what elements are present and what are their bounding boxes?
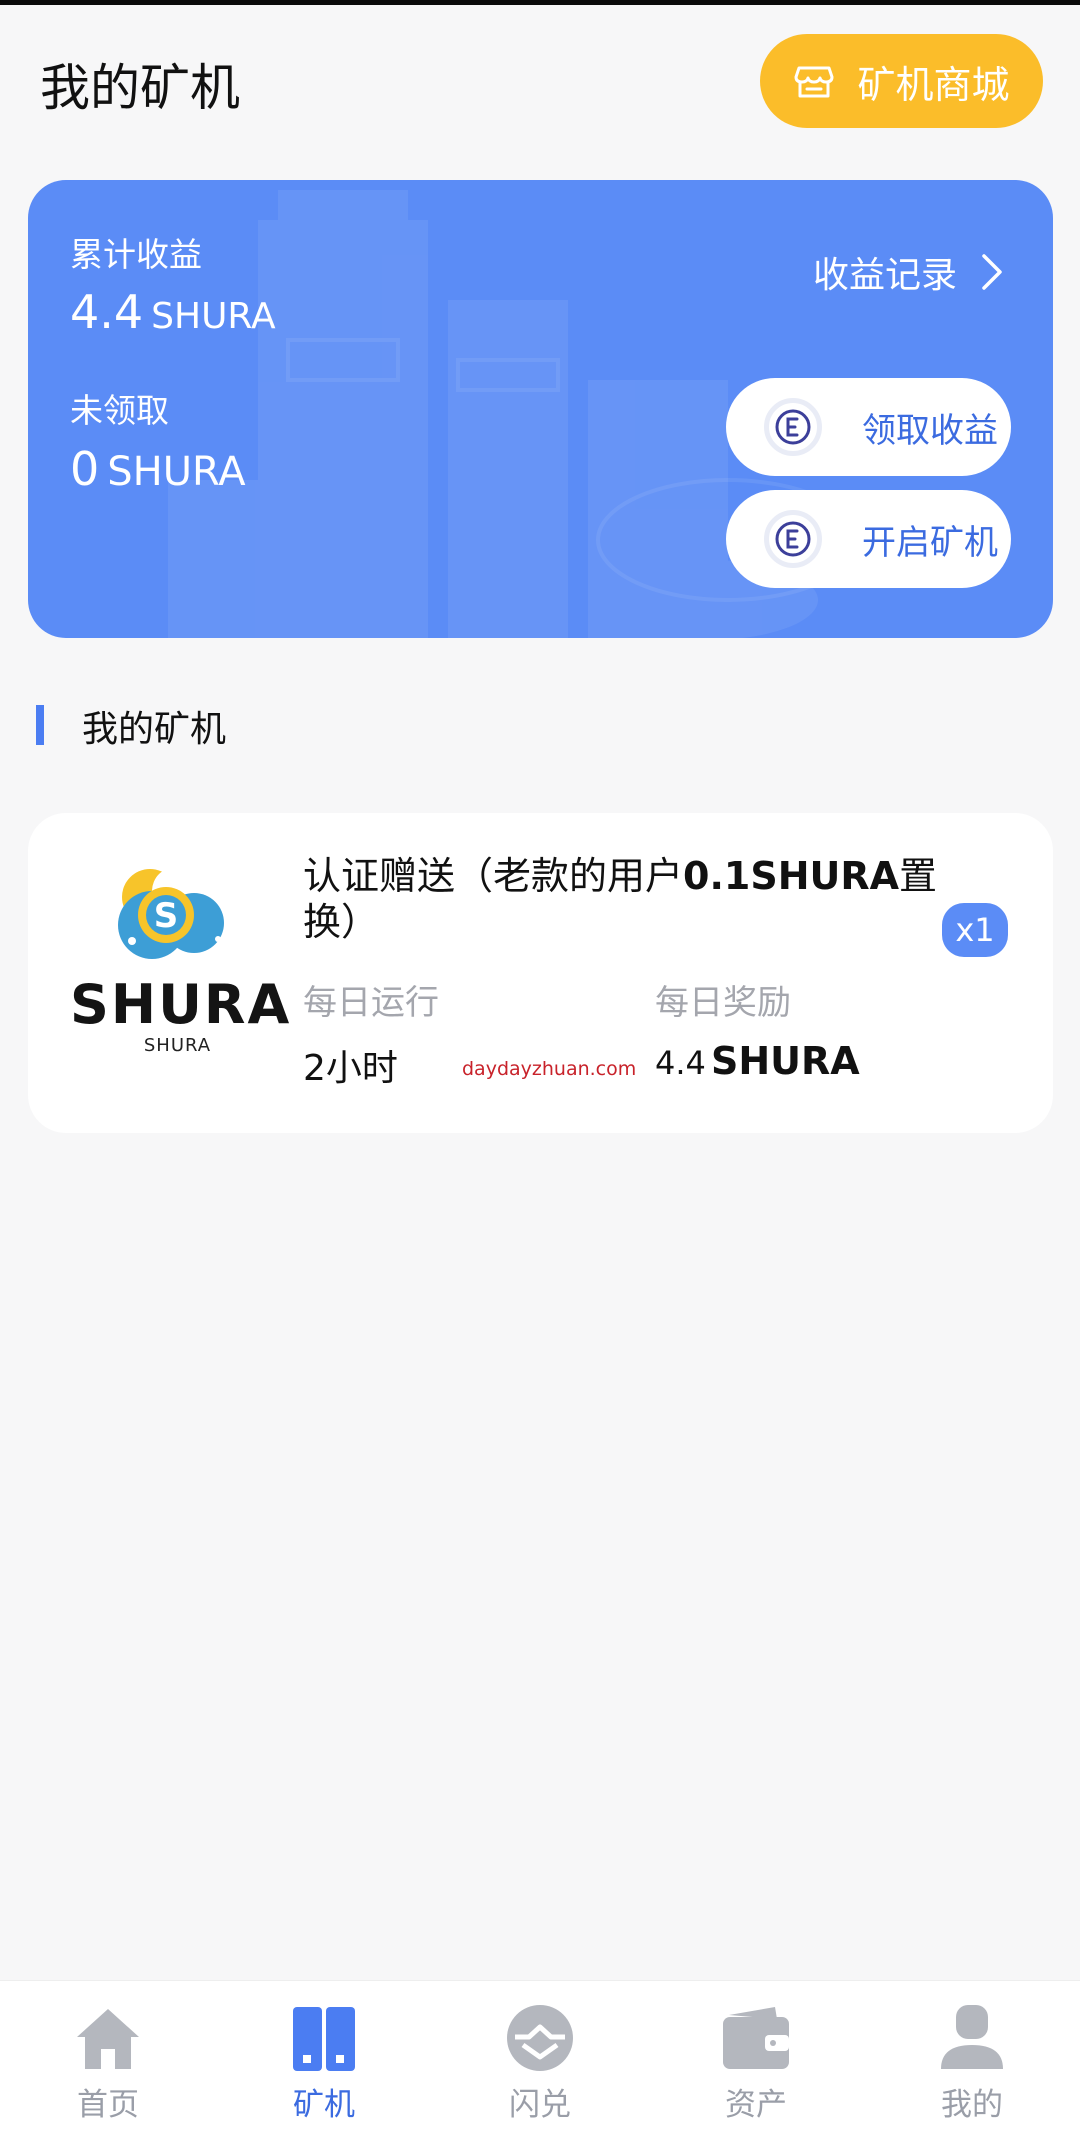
status-bar-edge [0, 0, 1080, 5]
nav-label-exchange: 闪兑 [509, 2087, 571, 2123]
claim-earnings-button[interactable]: 领取收益 [726, 378, 1011, 476]
logo-wordmark: SHURA [70, 973, 292, 1036]
nav-label-profile: 我的 [941, 2087, 1003, 2123]
miner-shop-button[interactable]: 矿机商城 [760, 34, 1043, 128]
total-earnings-value: 4.4 SHURA [70, 285, 276, 339]
daily-reward-label: 每日奖励 [655, 983, 791, 1023]
page-title: 我的矿机 [40, 59, 240, 117]
miner-shop-label: 矿机商城 [857, 62, 1010, 107]
exchange-icon [507, 2005, 573, 2071]
shura-logo: S SHURA SHURA [70, 855, 292, 1065]
profile-icon [941, 2005, 1003, 2069]
unclaimed-unit: SHURA [107, 449, 246, 495]
start-miner-button[interactable]: 开启矿机 [726, 490, 1011, 588]
bottom-navigation: 首页 矿机 闪兑 资产 我的 [0, 1980, 1080, 2144]
section-title: 我的矿机 [82, 709, 227, 750]
coin-icon [764, 510, 822, 568]
nav-item-home[interactable]: 首页 [0, 1981, 216, 2144]
daily-reward-unit: SHURA [710, 1039, 860, 1083]
total-earnings-label: 累计收益 [70, 235, 202, 274]
nav-label-miner: 矿机 [293, 2087, 355, 2123]
miner-icon [293, 2007, 355, 2071]
chevron-right-icon [982, 254, 1002, 290]
watermark-text: daydayzhuan.com [462, 1058, 637, 1080]
daily-run-value: 2小时 [303, 1039, 398, 1091]
shura-logo-icon: S [118, 867, 224, 959]
claim-earnings-label: 领取收益 [862, 410, 998, 451]
nav-label-home: 首页 [77, 2087, 139, 2123]
home-icon [77, 2009, 139, 2069]
earnings-records-link[interactable]: 收益记录 [813, 246, 1005, 298]
daily-run-unit: 小时 [325, 1048, 398, 1089]
daily-run-number: 2 [303, 1048, 326, 1089]
nav-label-assets: 资产 [725, 2087, 787, 2123]
nav-item-exchange[interactable]: 闪兑 [432, 1981, 648, 2144]
miner-card[interactable]: S SHURA SHURA 认证赠送（老款的用户0.1SHURA置换） x1 每… [28, 813, 1053, 1133]
wallet-icon [723, 2007, 789, 2069]
miner-name-bold: 0.1SHURA [683, 854, 900, 898]
nav-item-assets[interactable]: 资产 [648, 1981, 864, 2144]
daily-reward-value: 4.4 SHURA [655, 1039, 860, 1083]
total-earnings-number: 4.4 [70, 285, 144, 339]
logo-subtext: SHURA [143, 1035, 212, 1056]
daily-run-label: 每日运行 [303, 983, 439, 1023]
earnings-card: 累计收益 4.4 SHURA 收益记录 未领取 0 SHURA 领取收益 开启矿机 [28, 180, 1053, 638]
coin-icon [764, 398, 822, 456]
unclaimed-number: 0 [70, 442, 100, 496]
svg-text:S: S [154, 896, 179, 936]
section-accent-bar [36, 705, 44, 745]
total-earnings-unit: SHURA [151, 296, 276, 337]
unclaimed-label: 未领取 [70, 391, 169, 430]
store-icon [794, 66, 834, 98]
start-miner-label: 开启矿机 [862, 522, 998, 563]
earnings-records-label: 收益记录 [812, 255, 957, 296]
miner-name: 认证赠送（老款的用户0.1SHURA置换） [303, 853, 983, 945]
miner-name-prefix: 认证赠送（老款的用户 [303, 854, 684, 898]
nav-item-miner[interactable]: 矿机 [216, 1981, 432, 2144]
unclaimed-value: 0 SHURA [70, 442, 246, 496]
daily-reward-number: 4.4 [655, 1044, 706, 1082]
miner-count-badge: x1 [942, 903, 1008, 957]
nav-item-profile[interactable]: 我的 [864, 1981, 1080, 2144]
